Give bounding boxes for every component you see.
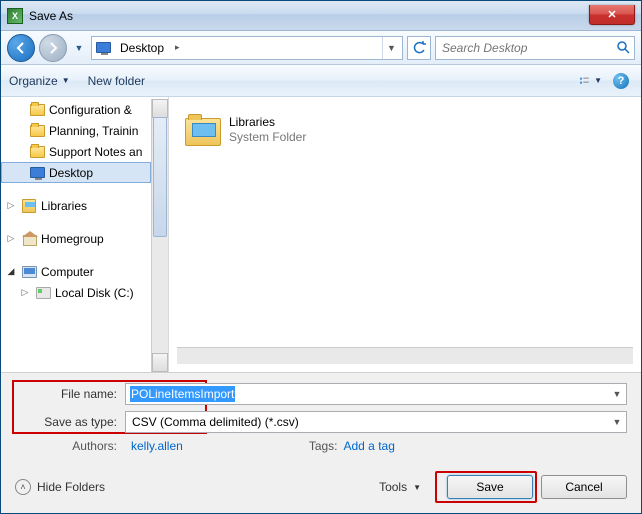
help-button[interactable]: ? (609, 70, 633, 92)
hide-folders-button[interactable]: ˄ Hide Folders (15, 479, 105, 495)
tree-item-label: Computer (41, 265, 94, 279)
authors-value[interactable]: kelly.allen (131, 439, 183, 453)
tools-menu[interactable]: Tools ▼ (379, 480, 421, 494)
filetype-value: CSV (Comma delimited) (*.csv) (130, 414, 608, 430)
back-button[interactable] (7, 34, 35, 62)
new-folder-button[interactable]: New folder (88, 74, 145, 88)
homegroup-icon (21, 231, 37, 247)
nav-history-dropdown[interactable]: ▼ (71, 34, 87, 62)
nav-tree: Configuration & Planning, Trainin Suppor… (1, 97, 169, 372)
forward-button[interactable] (39, 34, 67, 62)
tags-label: Tags: (309, 439, 338, 453)
list-item-libraries[interactable]: Libraries System Folder (185, 109, 625, 151)
content-h-scrollbar[interactable] (177, 347, 633, 364)
libraries-icon (21, 198, 37, 214)
save-as-dialog: X Save As ✕ ▼ Desktop ▸ ▼ (0, 0, 642, 514)
hide-folders-label: Hide Folders (37, 480, 105, 494)
collapse-icon[interactable]: ◢ (5, 266, 17, 277)
chevron-down-icon: ▼ (62, 76, 70, 85)
filetype-field[interactable]: CSV (Comma delimited) (*.csv) ▼ (125, 411, 627, 433)
refresh-button[interactable] (407, 36, 431, 60)
expand-icon[interactable]: ▷ (5, 200, 17, 211)
tree-item-label: Libraries (41, 199, 87, 213)
toolbar: Organize ▼ New folder ▼ ? (1, 65, 641, 97)
breadcrumb-bar[interactable]: Desktop ▸ ▼ (91, 36, 403, 60)
search-icon (617, 41, 630, 54)
save-form: File name: POLineItemsImport ▼ Save as t… (1, 372, 641, 463)
tree-item-label: Planning, Trainin (49, 124, 138, 138)
tree-item-label: Configuration & (49, 103, 132, 117)
view-options-button[interactable]: ▼ (579, 70, 603, 92)
computer-icon (21, 264, 37, 280)
search-input[interactable] (440, 40, 613, 56)
tree-item-label: Support Notes an (49, 145, 142, 159)
action-bar: ˄ Hide Folders Tools ▼ Save Cancel (1, 463, 641, 513)
view-icon (580, 74, 592, 88)
tags-value[interactable]: Add a tag (344, 439, 395, 453)
folder-icon (29, 102, 45, 118)
tree-item[interactable]: Support Notes an (1, 141, 151, 162)
tree-item-homegroup[interactable]: ▷ Homegroup (1, 228, 151, 249)
refresh-icon (412, 41, 426, 55)
item-title: Libraries (229, 115, 306, 130)
excel-app-icon: X (7, 8, 23, 24)
tools-label: Tools (379, 480, 407, 494)
tree-item-label: Local Disk (C:) (55, 286, 134, 300)
tree-item-localdisk[interactable]: ▷ Local Disk (C:) (1, 282, 151, 303)
filename-value[interactable]: POLineItemsImport (130, 386, 235, 402)
collapse-icon: ˄ (15, 479, 31, 495)
filename-field[interactable]: POLineItemsImport ▼ (125, 383, 627, 405)
cancel-button[interactable]: Cancel (541, 475, 627, 499)
tree-item[interactable]: Planning, Trainin (1, 120, 151, 141)
tree-scrollbar[interactable] (151, 99, 168, 372)
chevron-down-icon[interactable]: ▼ (608, 412, 626, 432)
chevron-down-icon: ▼ (413, 483, 421, 492)
filetype-label: Save as type: (15, 415, 125, 429)
main-area: Configuration & Planning, Trainin Suppor… (1, 97, 641, 372)
search-box[interactable] (435, 36, 635, 60)
tree-item-desktop[interactable]: Desktop (1, 162, 151, 183)
chevron-right-icon[interactable]: ▸ (172, 42, 183, 53)
save-button[interactable]: Save (447, 475, 533, 499)
content-pane[interactable]: Libraries System Folder (169, 97, 641, 372)
organize-label: Organize (9, 74, 58, 88)
desktop-icon (29, 165, 45, 181)
filename-label: File name: (15, 387, 125, 401)
breadcrumb-dropdown[interactable]: ▼ (382, 37, 400, 59)
tree-item-label: Desktop (49, 166, 93, 180)
close-icon: ✕ (607, 8, 616, 21)
libraries-icon (185, 114, 221, 146)
disk-icon (35, 285, 51, 301)
folder-icon (29, 144, 45, 160)
tree-item-label: Homegroup (41, 232, 104, 246)
window-title: Save As (29, 9, 73, 23)
nav-bar: ▼ Desktop ▸ ▼ (1, 31, 641, 65)
arrow-left-icon (15, 42, 27, 54)
tree-item-computer[interactable]: ◢ Computer (1, 261, 151, 282)
breadcrumb-segment-desktop[interactable]: Desktop (114, 37, 170, 59)
authors-label: Authors: (15, 439, 125, 453)
close-button[interactable]: ✕ (589, 5, 635, 25)
tree-item-libraries[interactable]: ▷ Libraries (1, 195, 151, 216)
arrow-right-icon (47, 42, 59, 54)
expand-icon[interactable]: ▷ (19, 287, 31, 298)
titlebar: X Save As ✕ (1, 1, 641, 31)
desktop-icon (94, 39, 112, 57)
item-subtitle: System Folder (229, 130, 306, 145)
chevron-down-icon: ▼ (594, 76, 602, 85)
chevron-down-icon[interactable]: ▼ (608, 384, 626, 404)
expand-icon[interactable]: ▷ (5, 233, 17, 244)
tree-item[interactable]: Configuration & (1, 99, 151, 120)
organize-menu[interactable]: Organize ▼ (9, 74, 70, 88)
folder-icon (29, 123, 45, 139)
help-icon: ? (613, 73, 629, 89)
